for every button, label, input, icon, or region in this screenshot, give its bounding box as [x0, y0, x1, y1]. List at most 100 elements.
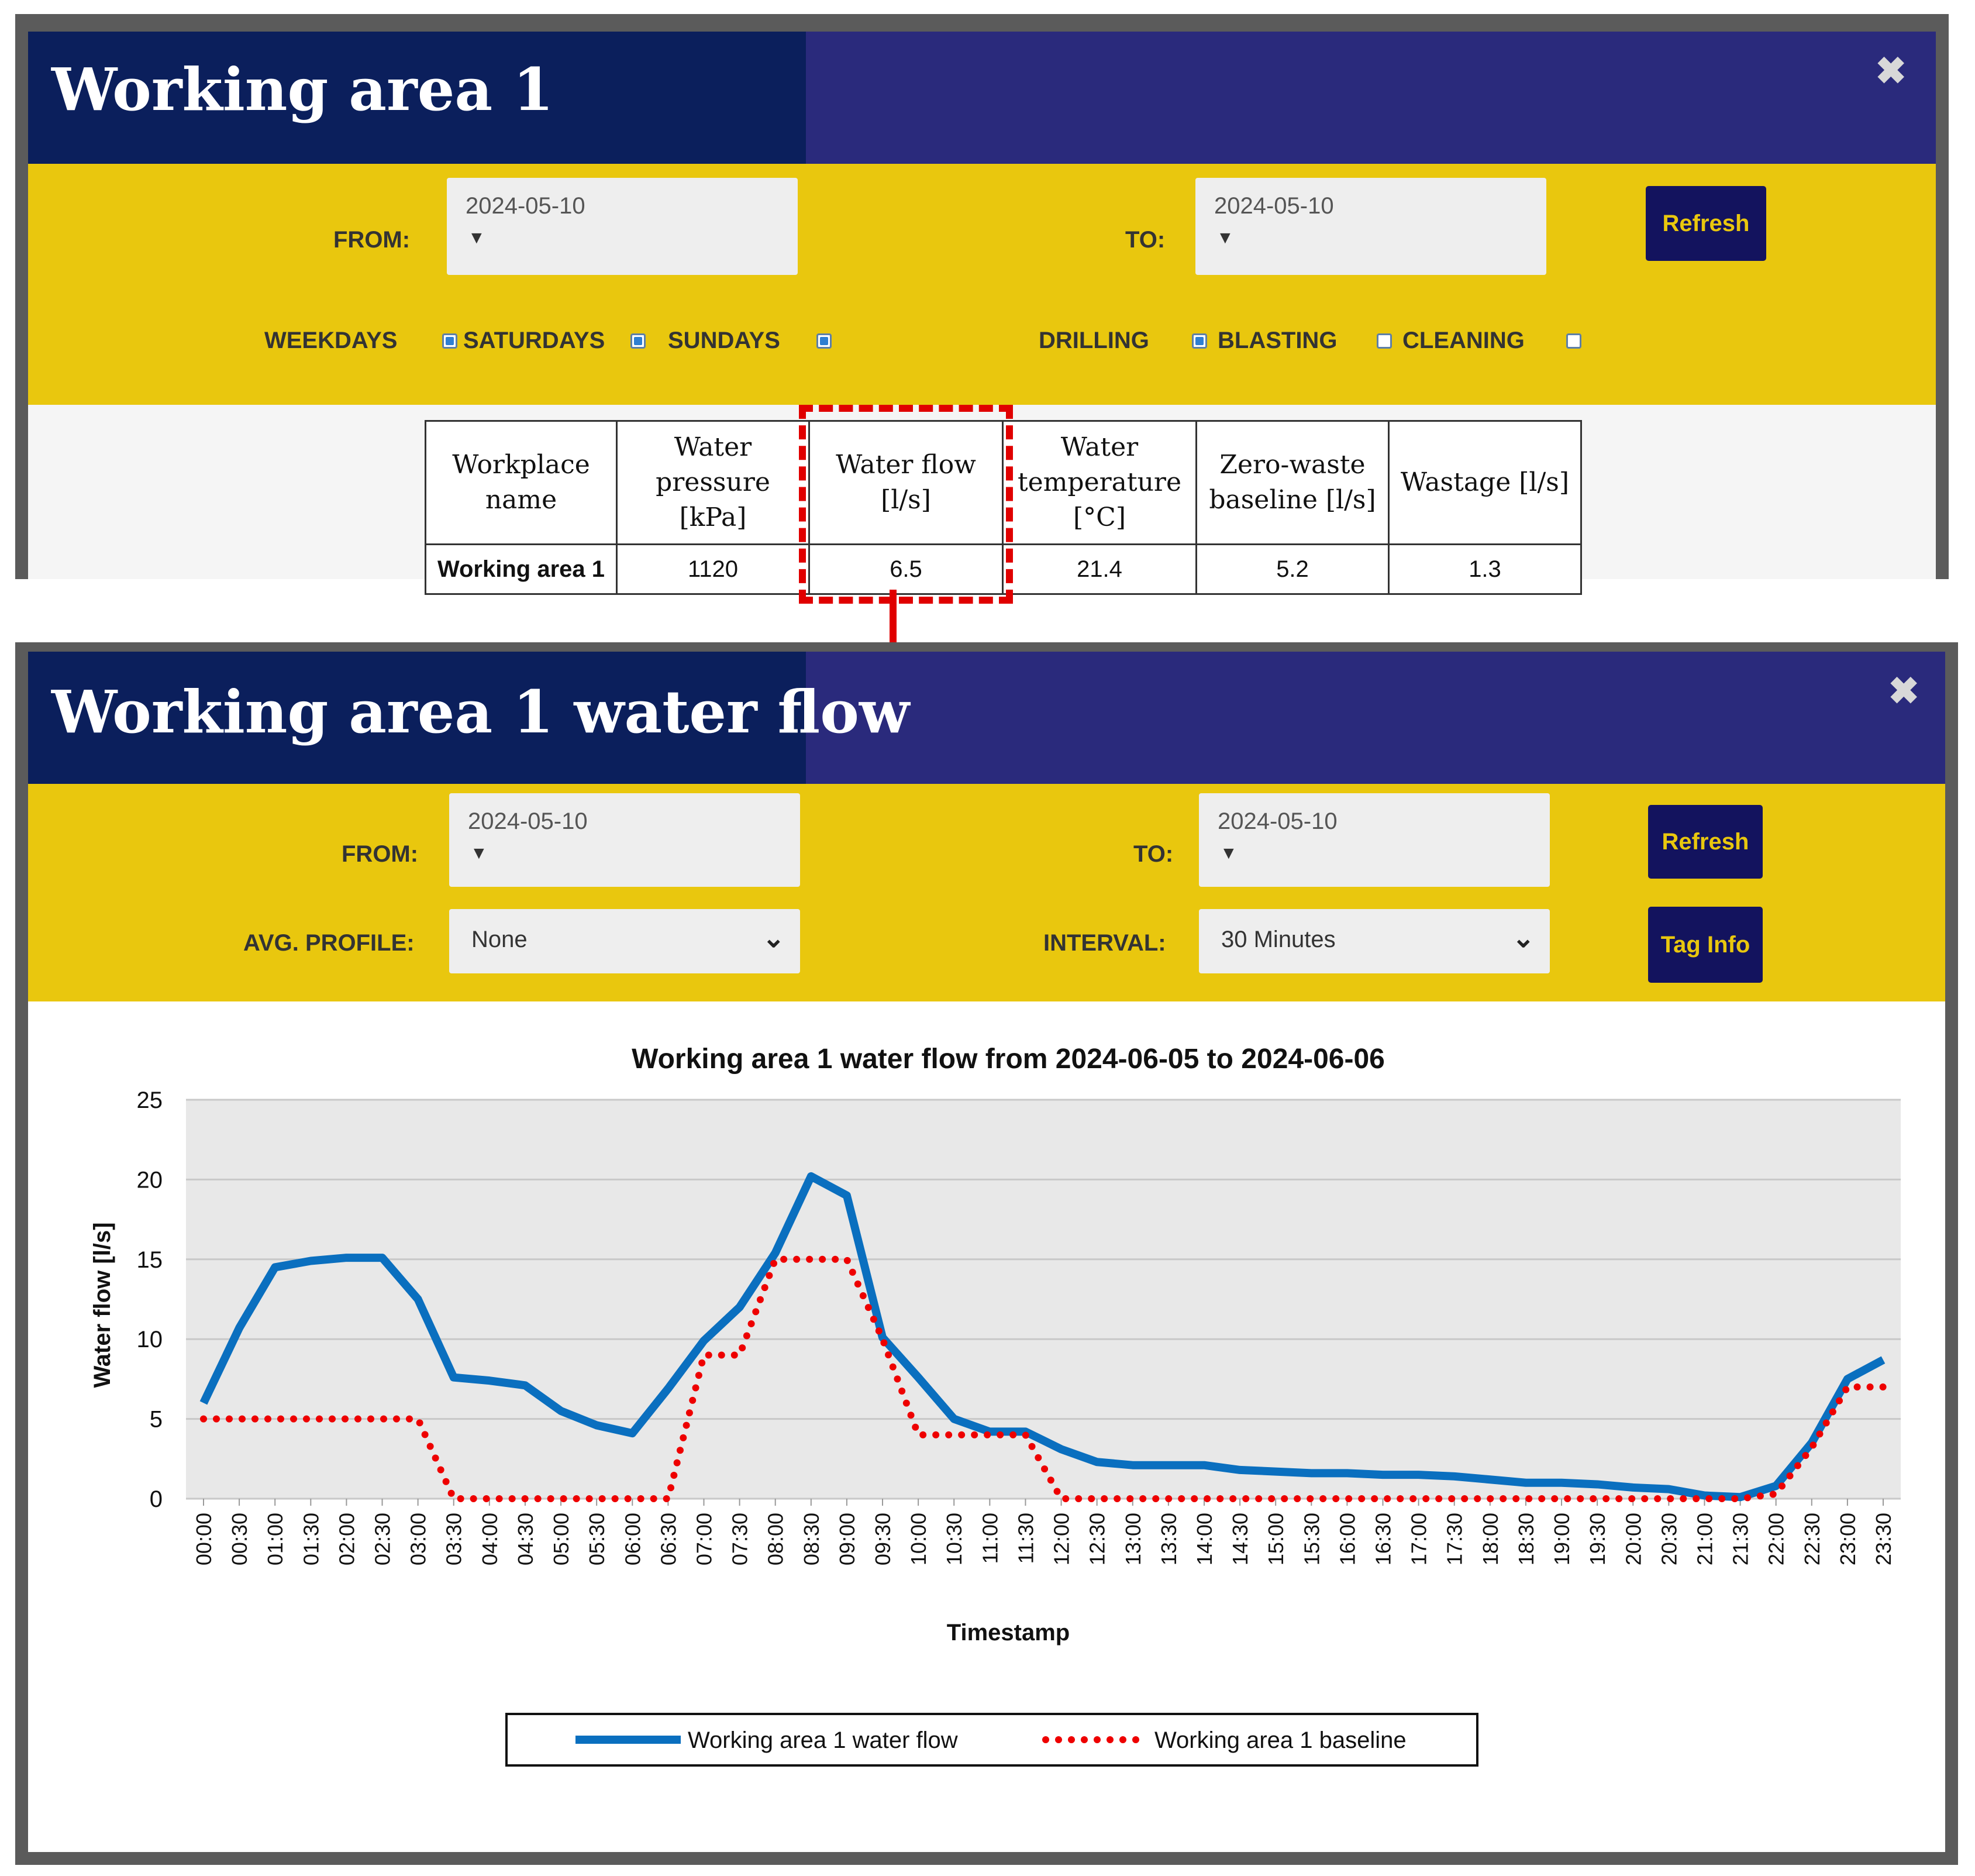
- x-tick-label: 22:00: [1764, 1513, 1788, 1565]
- header-wastage: Wastage [l/s]: [1388, 420, 1582, 545]
- weekdays-label: WEEKDAYS: [264, 328, 398, 353]
- water-flow-window: Working area 1 water flow ✖ FROM: 2024-0…: [15, 642, 1958, 1865]
- dropdown-arrow-icon[interactable]: ▼: [468, 228, 485, 248]
- close-icon[interactable]: ✖: [1888, 669, 1919, 713]
- refresh-button[interactable]: Refresh: [1646, 186, 1766, 261]
- x-tick-label: 19:30: [1585, 1513, 1609, 1565]
- x-tick-label: 18:00: [1478, 1513, 1502, 1565]
- close-icon[interactable]: ✖: [1875, 49, 1907, 93]
- drilling-checkbox[interactable]: [1192, 333, 1207, 349]
- to-date-input[interactable]: 2024-05-10 ▼: [1199, 793, 1550, 887]
- chevron-down-icon[interactable]: ⌄: [762, 922, 785, 954]
- x-tick-label: 08:00: [764, 1513, 788, 1565]
- x-tick-label: 04:30: [513, 1513, 537, 1565]
- x-tick-label: 02:30: [371, 1513, 395, 1565]
- x-tick-label: 03:30: [442, 1513, 466, 1565]
- x-tick-label: 18:30: [1514, 1513, 1538, 1565]
- legend-label-baseline: Working area 1 baseline: [1154, 1727, 1407, 1753]
- y-tick-label: 5: [150, 1407, 163, 1433]
- cleaning-label: CLEANING: [1402, 328, 1525, 353]
- from-label: FROM:: [333, 227, 411, 253]
- x-tick-label: 01:30: [299, 1513, 323, 1565]
- x-tick-label: 21:30: [1729, 1513, 1753, 1565]
- chart-title: Working area 1 water flow from 2024-06-0…: [632, 1044, 1385, 1075]
- dropdown-arrow-icon[interactable]: ▼: [470, 844, 488, 863]
- y-axis-label: Water flow [l/s]: [89, 1223, 115, 1388]
- x-tick-label: 00:30: [228, 1513, 251, 1565]
- x-tick-label: 22:30: [1800, 1513, 1824, 1565]
- x-tick-label: 12:00: [1050, 1513, 1074, 1565]
- x-tick-label: 20:30: [1657, 1513, 1681, 1565]
- x-tick-label: 21:00: [1693, 1513, 1717, 1565]
- x-axis-label: Timestamp: [947, 1620, 1070, 1646]
- interval-label: INTERVAL:: [1043, 930, 1166, 956]
- blasting-checkbox[interactable]: [1377, 333, 1392, 349]
- x-tick-label: 05:30: [585, 1513, 609, 1565]
- x-tick-label: 23:00: [1836, 1513, 1860, 1565]
- x-tick-label: 11:00: [978, 1513, 1002, 1564]
- dropdown-arrow-icon[interactable]: ▼: [1220, 844, 1238, 863]
- x-tick-label: 05:00: [549, 1513, 573, 1565]
- tag-info-button[interactable]: Tag Info: [1648, 907, 1763, 983]
- x-tick-label: 15:00: [1264, 1513, 1288, 1565]
- window-title: Working area 1 water flow: [51, 677, 910, 746]
- chart-area: 0 5 10 15 20 25 00:00 00:30 01:00 01:30 02:00 02:30…: [28, 1001, 1945, 1852]
- dropdown-arrow-icon[interactable]: ▼: [1216, 228, 1234, 248]
- x-tick-label: 19:00: [1550, 1513, 1574, 1565]
- x-tick-label: 07:30: [728, 1513, 752, 1565]
- to-label: TO:: [1133, 841, 1174, 867]
- x-tick-label: 14:00: [1192, 1513, 1216, 1565]
- drilling-label: DRILLING: [1039, 328, 1149, 353]
- x-tick-label: 16:30: [1371, 1513, 1395, 1565]
- sundays-label: SUNDAYS: [668, 328, 780, 353]
- header-water-pressure: Water pressure [kPa]: [616, 420, 810, 545]
- x-tick-label: 13:30: [1157, 1513, 1181, 1565]
- x-tick-label: 01:00: [263, 1513, 287, 1565]
- from-date-input[interactable]: 2024-05-10 ▼: [449, 793, 800, 887]
- legend-label-water-flow: Working area 1 water flow: [688, 1727, 958, 1753]
- blasting-label: BLASTING: [1218, 328, 1338, 353]
- from-date-input[interactable]: 2024-05-10 ▼: [447, 178, 798, 275]
- avg-profile-select[interactable]: None ⌄: [449, 909, 800, 973]
- y-tick-label: 25: [137, 1087, 163, 1113]
- x-tick-label: 03:00: [406, 1513, 430, 1565]
- interval-select[interactable]: 30 Minutes ⌄: [1199, 909, 1550, 973]
- x-tick-label: 10:00: [906, 1513, 930, 1565]
- cleaning-checkbox[interactable]: [1566, 333, 1581, 349]
- x-tick-label: 17:30: [1443, 1513, 1467, 1565]
- x-tick-label: 17:00: [1407, 1513, 1431, 1565]
- cell-water-temperature: 21.4: [1002, 543, 1197, 595]
- x-tick-label: 02:00: [335, 1513, 359, 1565]
- x-tick-label: 04:00: [478, 1513, 502, 1565]
- avg-profile-label: AVG. PROFILE:: [243, 930, 415, 956]
- x-tick-label: 13:00: [1121, 1513, 1145, 1565]
- x-tick-label: 06:00: [621, 1513, 644, 1565]
- header-water-temperature: Water temperature [°C]: [1002, 420, 1197, 545]
- filter-bar: FROM: 2024-05-10 ▼ TO: 2024-05-10 ▼ Refr…: [28, 164, 1936, 405]
- x-tick-label: 23:30: [1871, 1513, 1895, 1565]
- chevron-down-icon[interactable]: ⌄: [1512, 922, 1535, 954]
- refresh-button[interactable]: Refresh: [1648, 805, 1763, 879]
- x-tick-label: 11:30: [1014, 1513, 1038, 1564]
- x-tick-label: 10:30: [942, 1513, 966, 1565]
- water-flow-highlight: [799, 405, 1013, 604]
- x-tick-label: 07:00: [692, 1513, 716, 1565]
- saturdays-checkbox[interactable]: [630, 333, 646, 349]
- saturdays-label: SATURDAYS: [463, 328, 605, 353]
- to-date-input[interactable]: 2024-05-10 ▼: [1195, 178, 1546, 275]
- cell-zero-waste-baseline: 5.2: [1195, 543, 1390, 595]
- x-tick-label: 00:00: [192, 1513, 216, 1565]
- x-tick-label: 12:30: [1085, 1513, 1109, 1565]
- x-tick-label: 15:30: [1300, 1513, 1323, 1565]
- y-tick-label: 20: [137, 1167, 163, 1193]
- cell-water-pressure: 1120: [616, 543, 810, 595]
- filter-bar: FROM: 2024-05-10 ▼ TO: 2024-05-10 ▼ Refr…: [28, 784, 1945, 1001]
- x-tick-label: 08:30: [799, 1513, 823, 1565]
- x-tick-label: 09:30: [871, 1513, 895, 1565]
- y-tick-label: 15: [137, 1247, 163, 1273]
- x-tick-label: 16:00: [1335, 1513, 1359, 1565]
- y-tick-label: 0: [150, 1486, 163, 1512]
- sundays-checkbox[interactable]: [816, 333, 832, 349]
- weekdays-checkbox[interactable]: [442, 333, 457, 349]
- header-zero-waste-baseline: Zero-waste baseline [l/s]: [1195, 420, 1390, 545]
